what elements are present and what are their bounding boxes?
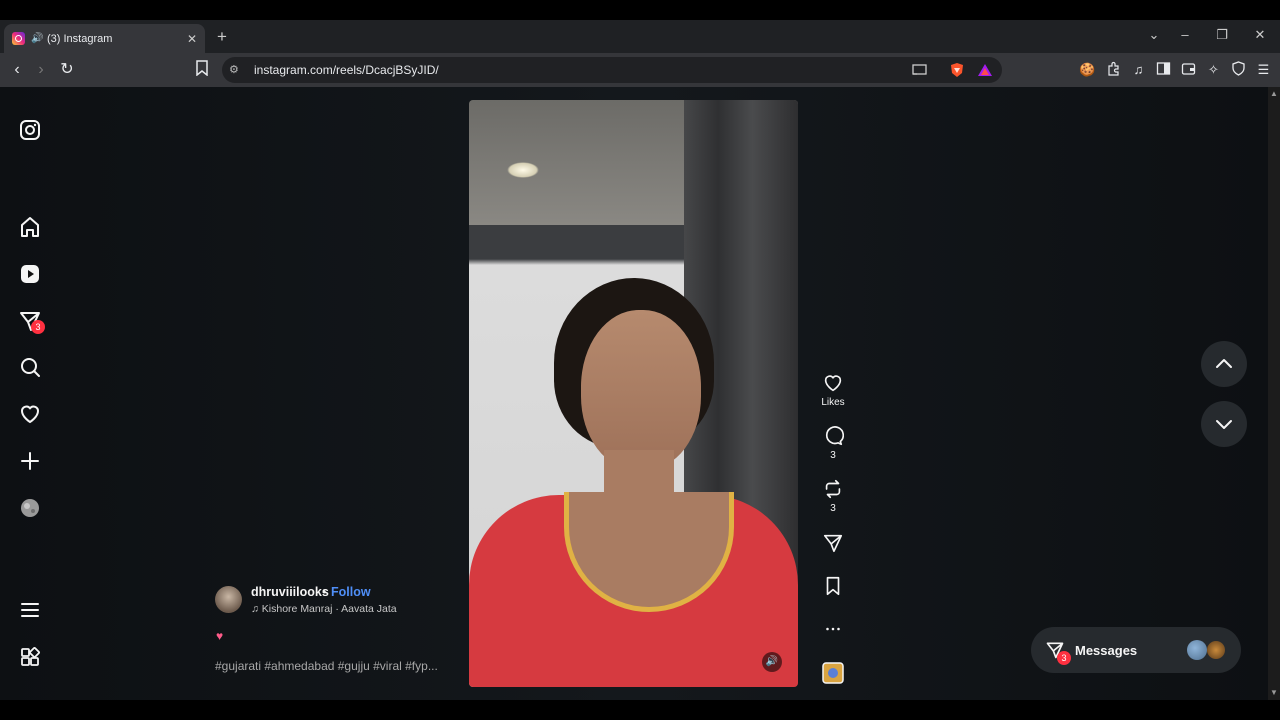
author-separator: • xyxy=(322,585,327,599)
author-username[interactable]: dhruviiilooks xyxy=(251,585,329,599)
comment-button[interactable]: 3 xyxy=(816,425,850,461)
reel-video[interactable] xyxy=(469,100,798,687)
save-button[interactable] xyxy=(816,575,850,597)
reposts-count: 3 xyxy=(830,503,836,514)
browser-menu-icon[interactable]: ☰ xyxy=(1255,61,1272,78)
restore-button[interactable]: ❐ xyxy=(1214,27,1230,43)
brave-shields-icon[interactable] xyxy=(949,62,965,78)
home-icon[interactable] xyxy=(18,215,42,239)
mute-toggle-icon[interactable]: 🔊 xyxy=(762,652,782,672)
url-text[interactable]: instagram.com/reels/DcacjBSyJID/ xyxy=(254,63,439,77)
music-note-icon: ♫ xyxy=(251,603,262,615)
video-ceiling-light xyxy=(507,162,539,178)
close-window-button[interactable]: ✕ xyxy=(1252,27,1268,43)
previous-reel-button[interactable] xyxy=(1201,341,1247,387)
scroll-down-arrow-icon[interactable]: ▼ xyxy=(1270,688,1278,697)
leo-ai-icon[interactable]: ✧ xyxy=(1205,61,1222,78)
page-scrollbar[interactable]: ▲ ▼ xyxy=(1268,87,1280,700)
messages-pill-badge: 3 xyxy=(1057,651,1071,665)
screen-top-edge xyxy=(0,0,1280,20)
audio-thumbnail[interactable] xyxy=(816,662,850,684)
cookie-extension-icon[interactable]: 🍪 xyxy=(1079,61,1096,78)
share-button[interactable] xyxy=(816,532,850,554)
audio-track-label: Kishore Manraj · Aavata Jata xyxy=(261,603,397,615)
like-button[interactable]: Likes xyxy=(816,372,850,408)
more-menu-icon[interactable] xyxy=(18,598,42,622)
audio-track[interactable]: ♫ Kishore Manraj · Aavata Jata xyxy=(251,603,397,615)
search-icon[interactable] xyxy=(18,355,42,379)
messages-label: Messages xyxy=(1075,643,1138,658)
site-settings-icon[interactable]: ⚙ xyxy=(229,63,243,77)
close-tab-icon[interactable]: ✕ xyxy=(187,32,197,46)
profile-avatar[interactable] xyxy=(18,496,42,520)
cast-icon[interactable] xyxy=(912,62,928,78)
scroll-up-arrow-icon[interactable]: ▲ xyxy=(1270,89,1278,98)
next-reel-button[interactable] xyxy=(1201,401,1247,447)
also-from-meta-icon[interactable] xyxy=(18,645,42,669)
vpn-icon[interactable] xyxy=(1230,61,1247,78)
browser-tab[interactable]: 🔊 (3) Instagram ✕ xyxy=(4,24,205,53)
conversation-avatar xyxy=(1207,641,1225,659)
new-tab-button[interactable]: + xyxy=(214,27,230,47)
media-controls-icon[interactable]: ♫ xyxy=(1130,61,1147,78)
likes-label: Likes xyxy=(821,397,845,408)
comments-count: 3 xyxy=(830,450,836,461)
reload-button[interactable]: ↻ xyxy=(57,60,77,80)
bookmark-icon[interactable] xyxy=(192,60,212,80)
author-avatar[interactable] xyxy=(215,586,242,613)
more-options-icon[interactable] xyxy=(816,618,850,640)
tab-title: (3) Instagram xyxy=(47,32,113,45)
caption-heart-emoji: ♥ xyxy=(216,629,224,643)
follow-button[interactable]: Follow xyxy=(331,585,371,599)
minimize-button[interactable]: – xyxy=(1177,27,1193,42)
direct-messages-icon[interactable]: 3 xyxy=(18,309,45,334)
instagram-logo-icon[interactable] xyxy=(18,118,42,142)
sidebar-toggle-icon[interactable] xyxy=(1155,61,1172,78)
tab-search-icon[interactable]: ⌄ xyxy=(1146,27,1162,43)
create-plus-icon[interactable] xyxy=(18,449,42,473)
reel-caption[interactable]: #gujarati #ahmedabad #gujju #viral #fyp.… xyxy=(215,659,438,673)
extensions-icon[interactable] xyxy=(1105,61,1122,78)
notifications-heart-icon[interactable] xyxy=(18,402,42,426)
repost-button[interactable]: 3 xyxy=(816,478,850,514)
messages-badge: 3 xyxy=(31,320,45,334)
brave-rewards-icon[interactable] xyxy=(977,62,993,78)
video-person-face xyxy=(581,310,701,470)
messages-button[interactable]: 3 Messages xyxy=(1031,627,1241,673)
screen-bottom-edge xyxy=(0,700,1280,720)
back-button[interactable]: ‹ xyxy=(7,60,27,80)
instagram-favicon-icon xyxy=(12,32,25,45)
audio-playing-icon[interactable]: 🔊 xyxy=(31,33,43,44)
forward-button[interactable]: › xyxy=(31,60,51,80)
reels-icon[interactable] xyxy=(18,262,42,286)
conversation-avatar xyxy=(1187,640,1207,660)
wallet-icon[interactable] xyxy=(1180,61,1197,78)
